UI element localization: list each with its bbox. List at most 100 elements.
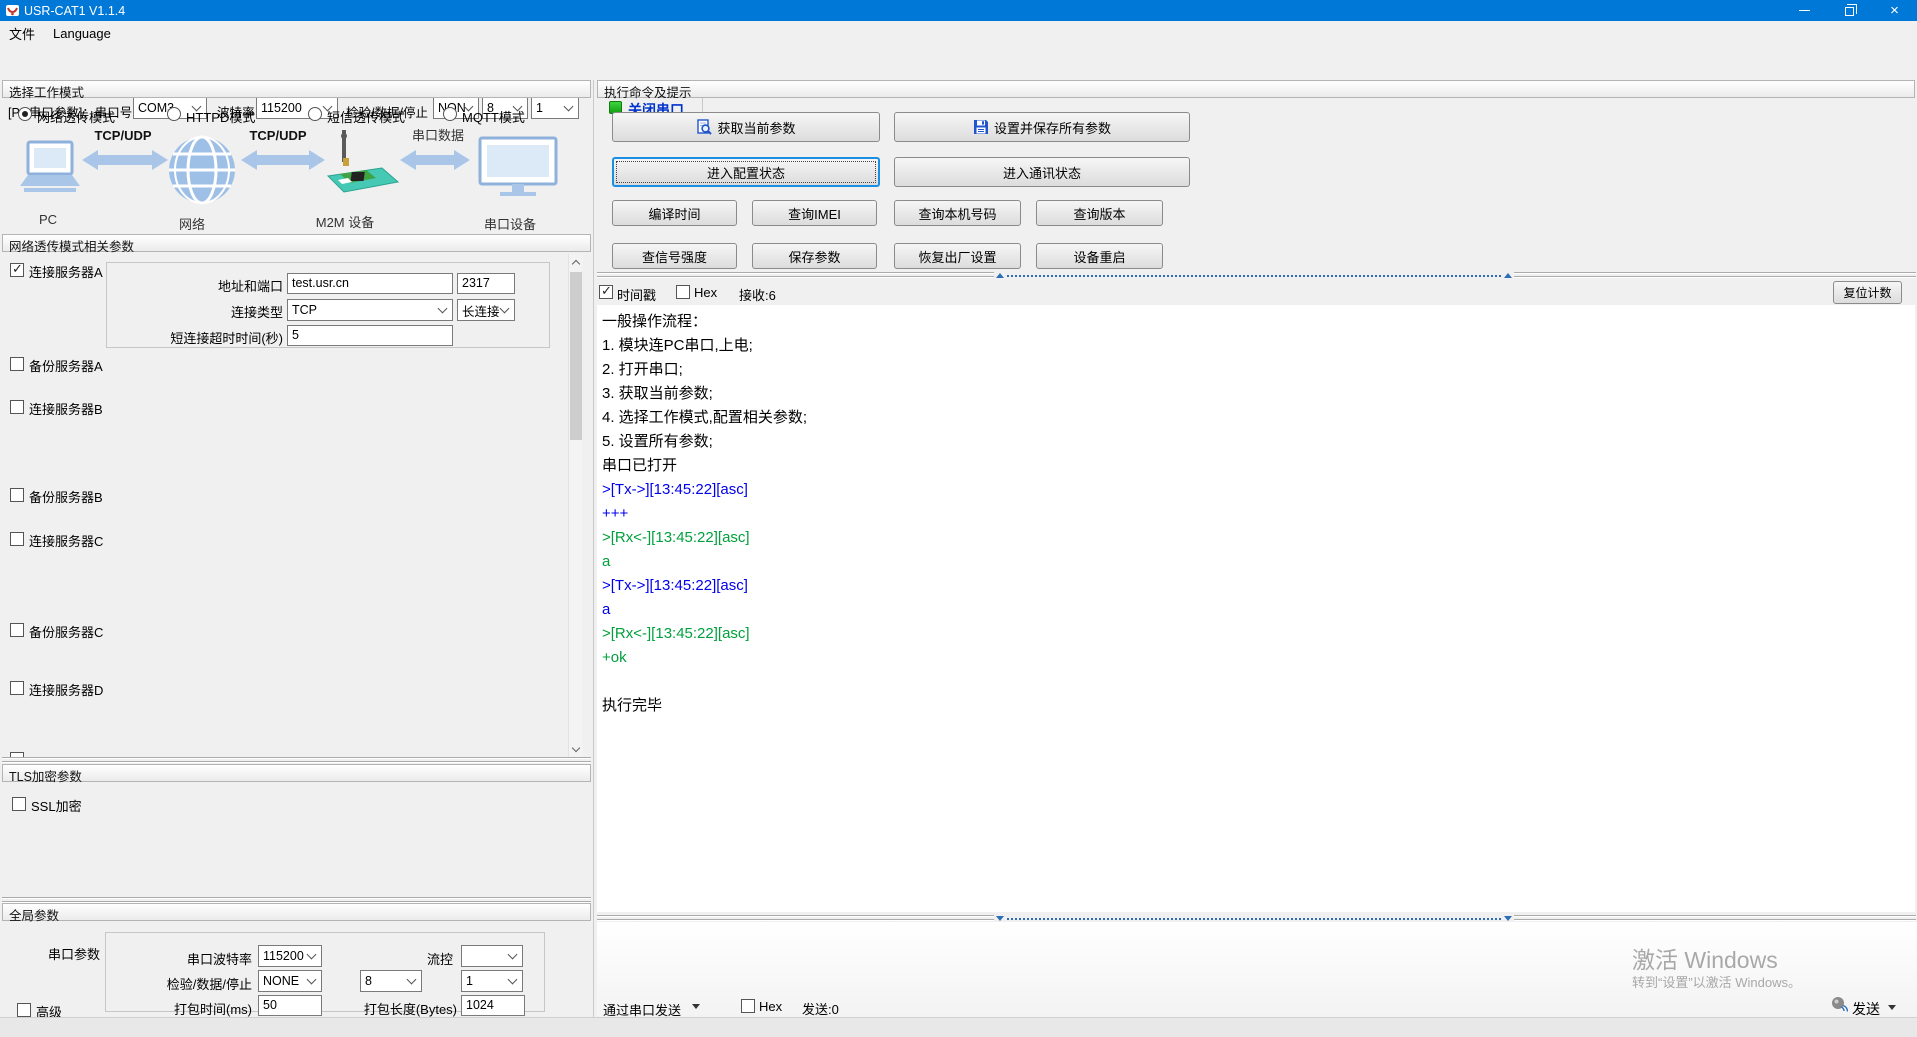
global-params-header: 全局参数 [2, 903, 591, 921]
left-splitter-groove[interactable] [2, 757, 591, 763]
g-flow-select[interactable] [461, 945, 523, 967]
g-parity-select[interactable]: NONE [258, 970, 322, 992]
timestamp-checkbox[interactable] [599, 285, 613, 299]
send-hex-checkbox[interactable] [741, 999, 755, 1013]
baud-select[interactable]: 115200 [256, 97, 338, 119]
log-top-splitter [597, 269, 1916, 281]
log-line: 一般操作流程： [602, 310, 1915, 334]
log-line: 串口已打开 [602, 454, 1915, 478]
g-flow-label: 流控 [406, 949, 453, 968]
splitter-handle[interactable] [994, 271, 1514, 280]
app-logo-icon [5, 3, 20, 18]
server-port-input[interactable]: 2317 [457, 273, 515, 294]
minimize-button[interactable] [1782, 0, 1827, 21]
sent-count: 发送:0 [802, 999, 839, 1018]
conn-type-label: 连接类型 [107, 302, 283, 321]
app-window: { "window": { "title": "USR-CAT1 V1.1.4"… [0, 0, 1917, 1037]
server-b-checkbox[interactable] [10, 400, 24, 414]
factory-reset-button[interactable]: 恢复出厂设置 [894, 243, 1021, 269]
device-restart-button[interactable]: 设备重启 [1036, 243, 1163, 269]
link1-label: TCP/UDP [94, 128, 151, 143]
get-params-button[interactable]: 获取当前参数 [612, 112, 880, 142]
dropdown-arrow-icon [500, 304, 510, 314]
advanced-checkbox[interactable] [17, 1003, 31, 1017]
reset-count-button[interactable]: 复位计数 [1833, 281, 1902, 304]
radio-net-passthrough[interactable] [18, 107, 32, 121]
collapse-down-icon [1504, 916, 1512, 921]
menu-file[interactable]: 文件 [0, 21, 44, 46]
server-address-input[interactable]: test.usr.cn [287, 273, 453, 294]
conn-type-select[interactable]: TCP [287, 299, 453, 321]
save-params-button[interactable]: 保存参数 [752, 243, 877, 269]
dropdown-arrow-icon [307, 950, 317, 960]
log-line: >[Rx<-][13:45:22][asc] [602, 622, 1915, 646]
persist-select[interactable]: 长连接 [457, 299, 515, 321]
server-c-checkbox[interactable] [10, 532, 24, 546]
log-line: +++ [602, 502, 1915, 526]
ssl-checkbox[interactable] [12, 797, 26, 811]
recv-hex-checkbox[interactable] [676, 285, 690, 299]
server-a-form: 地址和端口 test.usr.cn 2317 连接类型 TCP 长连接 短连接超… [106, 262, 550, 348]
global-serial-form: 串口波特率 115200 流控 检验/数据/停止 NONE 8 1 打包时间(m… [105, 932, 545, 1012]
chevron-down-icon [572, 743, 580, 751]
query-version-button[interactable]: 查询版本 [1036, 200, 1163, 226]
title-bar: USR-CAT1 V1.1.4 × [0, 0, 1917, 21]
scrollbar-thumb[interactable] [570, 272, 582, 440]
g-stopbits-select[interactable]: 1 [461, 970, 523, 992]
ssl-label: SSL加密 [31, 796, 82, 815]
short-conn-timeout-label: 短连接超时时间(秒) [107, 328, 283, 347]
close-button[interactable]: × [1872, 0, 1917, 21]
backup-server-b-checkbox[interactable] [10, 488, 24, 502]
radio-mqtt[interactable] [443, 107, 457, 121]
work-mode-header: 选择工作模式 [2, 80, 591, 98]
server-c-label: 连接服务器C [29, 531, 103, 550]
set-save-params-button[interactable]: 设置并保存所有参数 [894, 112, 1190, 142]
send-hex-label: Hex [759, 999, 782, 1014]
compile-time-button[interactable]: 编译时间 [612, 200, 737, 226]
params-scrollbar[interactable] [568, 254, 582, 757]
menu-language[interactable]: Language [44, 23, 120, 44]
radio-httpd-label: HTTPD模式 [186, 107, 255, 126]
scroll-down-button[interactable] [569, 741, 583, 757]
server-a-checkbox[interactable] [10, 263, 24, 277]
server-d-checkbox[interactable] [10, 681, 24, 695]
splitter-dots [1007, 918, 1501, 920]
log-line: >[Rx<-][13:45:22][asc] [602, 526, 1915, 550]
dropdown-arrow-icon [508, 950, 518, 960]
backup-server-a-checkbox[interactable] [10, 357, 24, 371]
stopbits-select[interactable]: 1 [531, 97, 579, 119]
close-icon: × [1890, 3, 1899, 18]
backup-server-c-checkbox[interactable] [10, 623, 24, 637]
menu-bar: 文件 Language [0, 21, 1917, 45]
pack-time-input[interactable]: 50 [258, 995, 322, 1016]
query-number-button[interactable]: 查询本机号码 [894, 200, 1021, 226]
pack-len-label: 打包长度(Bytes) [361, 999, 457, 1018]
timeout-input[interactable]: 5 [287, 325, 453, 346]
log-line: >[Tx->][13:45:22][asc] [602, 478, 1915, 502]
node-net-label: 网络 [160, 214, 224, 233]
query-signal-button[interactable]: 查信号强度 [612, 243, 737, 269]
g-baud-label: 串口波特率 [106, 949, 252, 968]
pack-len-input[interactable]: 1024 [461, 995, 525, 1016]
g-baud-select[interactable]: 115200 [258, 945, 322, 967]
status-strip [0, 1017, 1917, 1037]
server-b-label: 连接服务器B [29, 399, 103, 418]
log-line: 5. 设置所有参数; [602, 430, 1915, 454]
enter-config-button[interactable]: 进入配置状态 [612, 157, 880, 187]
query-imei-button[interactable]: 查询IMEI [752, 200, 877, 226]
radio-httpd[interactable] [167, 107, 181, 121]
serial-params-label: 串口参数 [48, 944, 100, 963]
enter-comm-button[interactable]: 进入通讯状态 [894, 157, 1190, 187]
g-databits-select[interactable]: 8 [360, 970, 422, 992]
restore-button[interactable] [1827, 0, 1872, 21]
net-params-scroll-area: 连接服务器A 地址和端口 test.usr.cn 2317 连接类型 TCP 长… [2, 254, 592, 757]
dropdown-arrow-icon [1888, 1005, 1896, 1010]
send-sound-icon [1831, 996, 1848, 1013]
scroll-up-button[interactable] [569, 254, 583, 270]
send-button[interactable]: 发送 [1852, 999, 1880, 1019]
node-pc-label: PC [28, 212, 68, 227]
radio-sms[interactable] [308, 107, 322, 121]
log-area[interactable]: 一般操作流程：1. 模块连PC串口,上电;2. 打开串口;3. 获取当前参数;4… [597, 305, 1915, 912]
log-line: +ok [602, 646, 1915, 670]
dropdown-arrow-icon [307, 975, 317, 985]
